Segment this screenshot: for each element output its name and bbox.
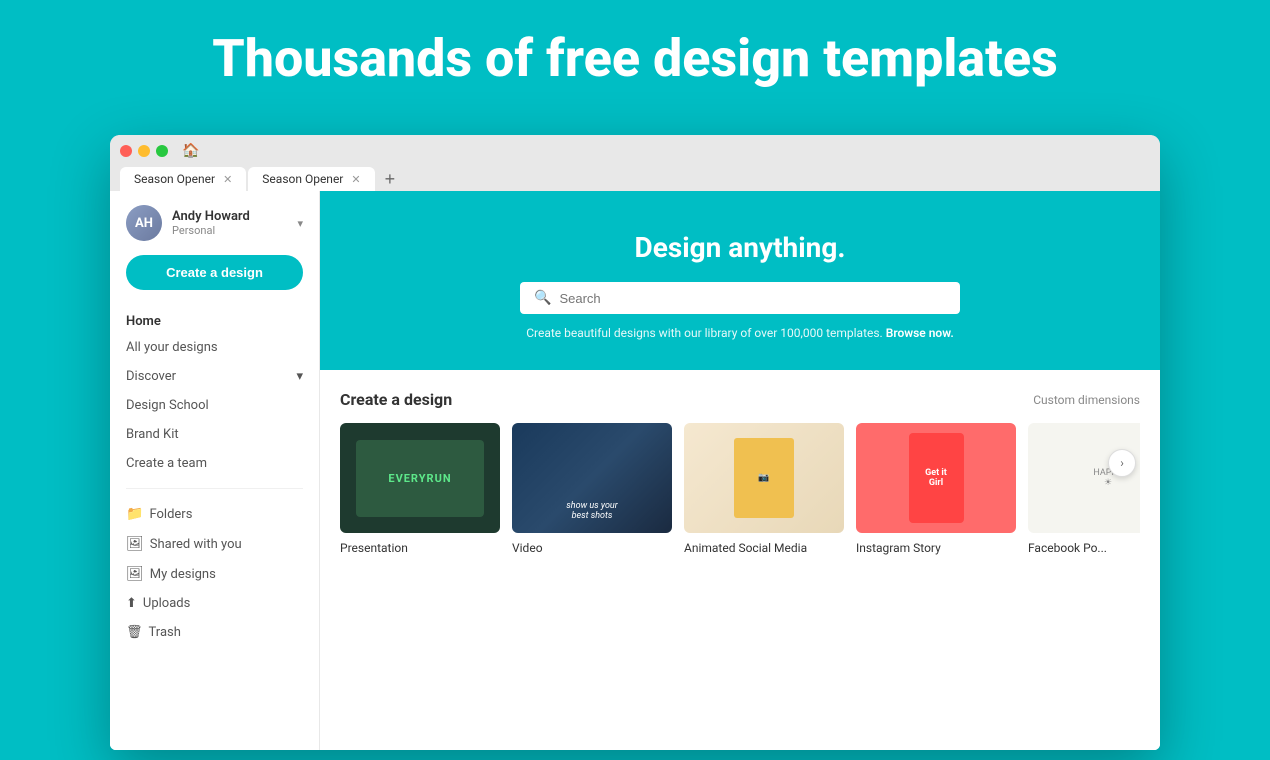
tab-2-close[interactable]: ✕ (351, 173, 360, 186)
minimize-window-button[interactable] (138, 145, 150, 157)
instagram-thumbnail: Get itGirl (856, 423, 1016, 533)
custom-dimensions-button[interactable]: Custom dimensions (1033, 393, 1140, 407)
sidebar-nav: Home All your designs Discover ▾ Design … (110, 306, 319, 647)
page-hero-title: Thousands of free design templates (0, 28, 1270, 89)
uploads-label: Uploads (143, 596, 190, 611)
sidebar-item-trash[interactable]: Trash (126, 618, 303, 647)
folder-icon (126, 506, 143, 522)
main-content: Design anything. 🔍 Create beautiful desi… (320, 191, 1160, 750)
user-name: Andy Howard (172, 209, 287, 224)
tab-2[interactable]: Season Opener ✕ (248, 167, 374, 191)
design-card-facebook[interactable]: HAPPY☀ Facebook Po... (1028, 423, 1140, 555)
home-button[interactable]: 🏠 (182, 143, 199, 159)
user-info: Andy Howard Personal (172, 209, 287, 237)
browser-window: 🏠 Season Opener ✕ Season Opener ✕ + AH (110, 135, 1160, 750)
browse-text: Create beautiful designs with our librar… (340, 326, 1140, 340)
sidebar: AH Andy Howard Personal ▾ Create a desig… (110, 191, 320, 750)
user-role: Personal (172, 224, 287, 237)
search-icon: 🔍 (534, 290, 551, 306)
presentation-text: EVERYRUN (388, 472, 451, 485)
sidebar-item-discover[interactable]: Discover ▾ (126, 362, 303, 391)
tab-2-label: Season Opener (262, 172, 343, 186)
design-card-presentation[interactable]: EVERYRUN Presentation (340, 423, 500, 555)
avatar-image: AH (126, 205, 162, 241)
folders-label: Folders (149, 507, 192, 522)
video-inner: show us yourbest shots (512, 423, 672, 533)
avatar: AH (126, 205, 162, 241)
maximize-window-button[interactable] (156, 145, 168, 157)
sidebar-item-create-team[interactable]: Create a team (126, 449, 303, 478)
shared-label: Shared with you (150, 537, 242, 552)
social-label: Animated Social Media (684, 541, 844, 555)
sidebar-item-shared[interactable]: Shared with you (126, 529, 303, 559)
create-section-title: Create a design (340, 390, 452, 409)
tabs-bar: Season Opener ✕ Season Opener ✕ + (120, 167, 1150, 191)
banner-title: Design anything. (340, 231, 1140, 264)
design-card-social[interactable]: 📷 Animated Social Media (684, 423, 844, 555)
chevron-down-icon: ▾ (296, 369, 303, 384)
facebook-label: Facebook Po... (1028, 541, 1140, 555)
design-card-video[interactable]: show us yourbest shots Video (512, 423, 672, 555)
my-designs-icon (126, 566, 144, 582)
presentation-thumbnail: EVERYRUN (340, 423, 500, 533)
design-card-instagram[interactable]: Get itGirl Instagram Story (856, 423, 1016, 555)
search-box[interactable]: 🔍 (520, 282, 960, 314)
facebook-thumbnail: HAPPY☀ (1028, 423, 1140, 533)
sidebar-item-brand-kit[interactable]: Brand Kit (126, 420, 303, 449)
sidebar-discover-label: Discover (126, 369, 176, 384)
instagram-label: Instagram Story (856, 541, 1016, 555)
browser-content: AH Andy Howard Personal ▾ Create a desig… (110, 191, 1160, 750)
video-thumbnail: show us yourbest shots (512, 423, 672, 533)
sidebar-item-home[interactable]: Home (126, 306, 303, 333)
sidebar-item-design-school[interactable]: Design School (126, 391, 303, 420)
presentation-inner: EVERYRUN (356, 440, 484, 517)
add-tab-button[interactable]: + (377, 169, 404, 190)
browse-link[interactable]: Browse now. (886, 326, 954, 340)
design-banner: Design anything. 🔍 Create beautiful desi… (320, 191, 1160, 370)
video-text: show us yourbest shots (566, 501, 617, 521)
sidebar-item-folders[interactable]: Folders (126, 499, 303, 529)
cards-next-button[interactable]: › (1108, 449, 1136, 477)
search-input[interactable] (559, 291, 946, 306)
sidebar-item-my-designs[interactable]: My designs (126, 559, 303, 589)
tab-1[interactable]: Season Opener ✕ (120, 167, 246, 191)
uploads-icon (126, 596, 137, 611)
create-design-button[interactable]: Create a design (126, 255, 303, 290)
social-thumbnail: 📷 (684, 423, 844, 533)
my-designs-label: My designs (150, 567, 216, 582)
tab-1-close[interactable]: ✕ (223, 173, 232, 186)
design-cards-list: EVERYRUN Presentation show us yourbest s… (340, 423, 1140, 555)
tab-1-label: Season Opener (134, 172, 215, 186)
window-controls: 🏠 (120, 143, 1150, 159)
instagram-inner: Get itGirl (909, 433, 964, 523)
social-inner: 📷 (734, 438, 794, 518)
create-section-header: Create a design Custom dimensions (340, 390, 1140, 409)
browser-chrome: 🏠 Season Opener ✕ Season Opener ✕ + (110, 135, 1160, 191)
nav-divider (126, 488, 303, 489)
trash-icon (126, 625, 143, 640)
close-window-button[interactable] (120, 145, 132, 157)
trash-label: Trash (149, 625, 181, 640)
create-design-section: Create a design Custom dimensions EVERYR… (320, 370, 1160, 565)
chevron-down-icon: ▾ (297, 217, 303, 230)
sidebar-item-uploads[interactable]: Uploads (126, 589, 303, 618)
video-label: Video (512, 541, 672, 555)
presentation-label: Presentation (340, 541, 500, 555)
browse-description: Create beautiful designs with our librar… (526, 326, 883, 340)
sidebar-item-all-designs[interactable]: All your designs (126, 333, 303, 362)
shared-icon (126, 536, 144, 552)
user-profile[interactable]: AH Andy Howard Personal ▾ (110, 205, 319, 255)
